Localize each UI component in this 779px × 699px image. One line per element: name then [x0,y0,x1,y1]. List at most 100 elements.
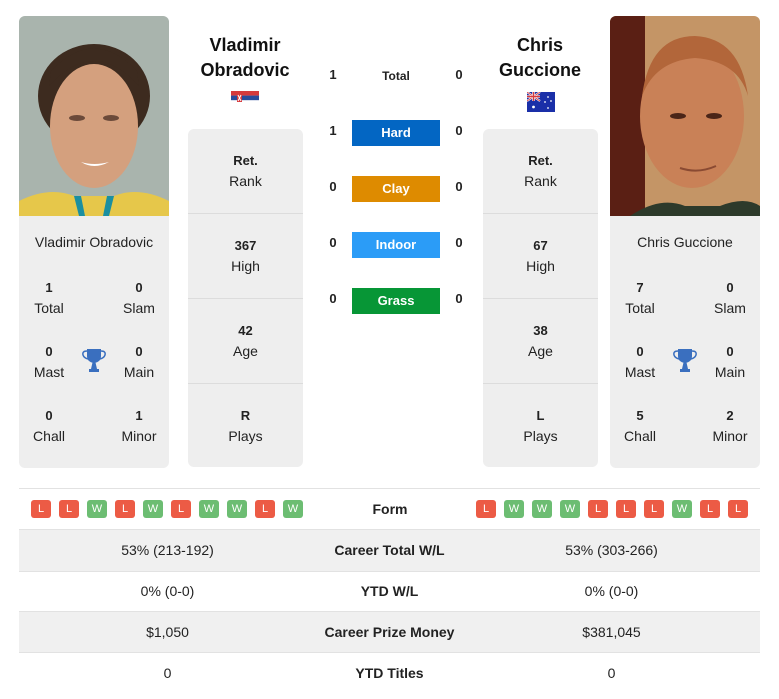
stat-label: Chall [33,428,65,444]
h2h-hard-right: 0 [455,123,463,138]
form-win-badge[interactable]: W [87,500,107,518]
form-loss-badge[interactable]: L [59,500,79,518]
surface-grass-badge[interactable]: Grass [352,288,440,314]
stat-label: Main [123,364,155,380]
comparison-row: 53% (213-192) Career Total W/L 53% (303-… [19,530,760,571]
surface-hard-badge[interactable]: Hard [352,120,440,146]
comparison-row: 0% (0-0) YTD W/L 0% (0-0) [19,571,760,612]
stat-value: 0 [135,344,143,359]
h2h-clay-left: 0 [329,179,337,194]
info-value: Ret. [528,153,553,168]
player1-titles-mast: 0 Mast [19,342,79,382]
stat-label: Slam [714,300,746,316]
player1-titles-main: 0 Main [109,342,169,382]
surface-clay-badge[interactable]: Clay [352,176,440,202]
info-label: Rank [229,173,262,189]
player1-titles-total: 1 Total [19,278,79,318]
stat-value: 0 [135,280,143,295]
h2h-hard-left: 1 [329,123,337,138]
stat-value: 1 [45,280,53,295]
form-loss-badge[interactable]: L [728,500,748,518]
form-win-badge[interactable]: W [560,500,580,518]
player2-photo[interactable] [610,16,760,216]
stat-value: 7 [636,280,644,295]
player1-last-name: Obradovic [200,60,290,80]
comparison-row: $1,050 Career Prize Money $381,045 [19,612,760,653]
player1-value: 0 [163,665,172,681]
info-value: 42 [238,323,253,338]
form-win-badge[interactable]: W [283,500,303,518]
form-win-badge[interactable]: W [199,500,219,518]
stat-label: Minor [712,428,748,444]
player2-value: 0% (0-0) [584,583,639,599]
form-loss-badge[interactable]: L [700,500,720,518]
form-loss-badge[interactable]: L [115,500,135,518]
player1-portrait-image [19,16,169,216]
player1-value: 0% (0-0) [140,583,195,599]
player1-card: Vladimir Obradovic 1 Total 0 Slam 0 Mast… [19,16,169,468]
info-label: High [231,258,260,274]
form-loss-badge[interactable]: L [644,500,664,518]
player2-name-heading[interactable]: Chris Guccione [475,33,605,83]
comparison-row: 0 YTD Titles 0 [19,653,760,694]
player1-titles-chall: 0 Chall [19,406,79,446]
row-label: YTD W/L [360,583,419,599]
player2-titles-slam: 0 Slam [700,278,760,318]
player1-name-heading[interactable]: Vladimir Obradovic [180,33,310,83]
form-loss-badge[interactable]: L [588,500,608,518]
stat-value: 0 [45,344,53,359]
player2-titles-minor: 2 Minor [700,406,760,446]
h2h-indoor-right: 0 [455,235,463,250]
info-value: L [536,408,545,423]
player2-titles-total: 7 Total [610,278,670,318]
trophy-icon [672,347,698,373]
australia-flag-icon [526,91,555,112]
player2-card-name[interactable]: Chris Guccione [610,234,760,250]
player1-age: 42 Age [188,299,303,384]
form-loss-badge[interactable]: L [171,500,191,518]
info-value: R [240,408,251,423]
row-label: YTD Titles [355,665,424,681]
stat-value: 0 [45,408,53,423]
h2h-total-label: Total [382,69,410,83]
player2-value: $381,045 [582,624,641,640]
player1-titles-slam: 0 Slam [109,278,169,318]
player1-value: $1,050 [146,624,189,640]
surface-indoor-badge[interactable]: Indoor [352,232,440,258]
player2-high: 67 High [483,214,598,299]
serbia-flag-icon [231,91,259,105]
player1-rank: Ret. Rank [188,129,303,214]
form-loss-badge[interactable]: L [616,500,636,518]
form-win-badge[interactable]: W [227,500,247,518]
player2-age: 38 Age [483,299,598,384]
form-win-badge[interactable]: W [672,500,692,518]
stat-label: Mast [624,364,656,380]
row-label: Career Total W/L [334,542,445,558]
info-value: 38 [533,323,548,338]
info-label: Rank [524,173,557,189]
form-win-badge[interactable]: W [532,500,552,518]
info-label: Plays [228,428,263,444]
h2h-total-right: 0 [455,67,463,82]
form-win-badge[interactable]: W [143,500,163,518]
player1-card-name[interactable]: Vladimir Obradovic [19,234,169,250]
player1-value: 53% (213-192) [121,542,214,558]
player2-first-name: Chris [516,35,563,55]
player1-photo[interactable] [19,16,169,216]
form-win-badge[interactable]: W [504,500,524,518]
player2-titles-main: 0 Main [700,342,760,382]
player2-value: 0 [607,665,616,681]
h2h-clay-right: 0 [455,179,463,194]
player1-titles-minor: 1 Minor [109,406,169,446]
player2-titles-chall: 5 Chall [610,406,670,446]
info-label: Age [233,343,258,359]
stat-label: Total [34,300,64,316]
form-loss-badge[interactable]: L [476,500,496,518]
form-loss-badge[interactable]: L [255,500,275,518]
stat-value: 0 [636,344,644,359]
player2-value: 53% (303-266) [565,542,658,558]
form-loss-badge[interactable]: L [31,500,51,518]
row-label: Career Prize Money [324,624,455,640]
info-value: 367 [234,238,257,253]
h2h-total-left: 1 [329,67,337,82]
